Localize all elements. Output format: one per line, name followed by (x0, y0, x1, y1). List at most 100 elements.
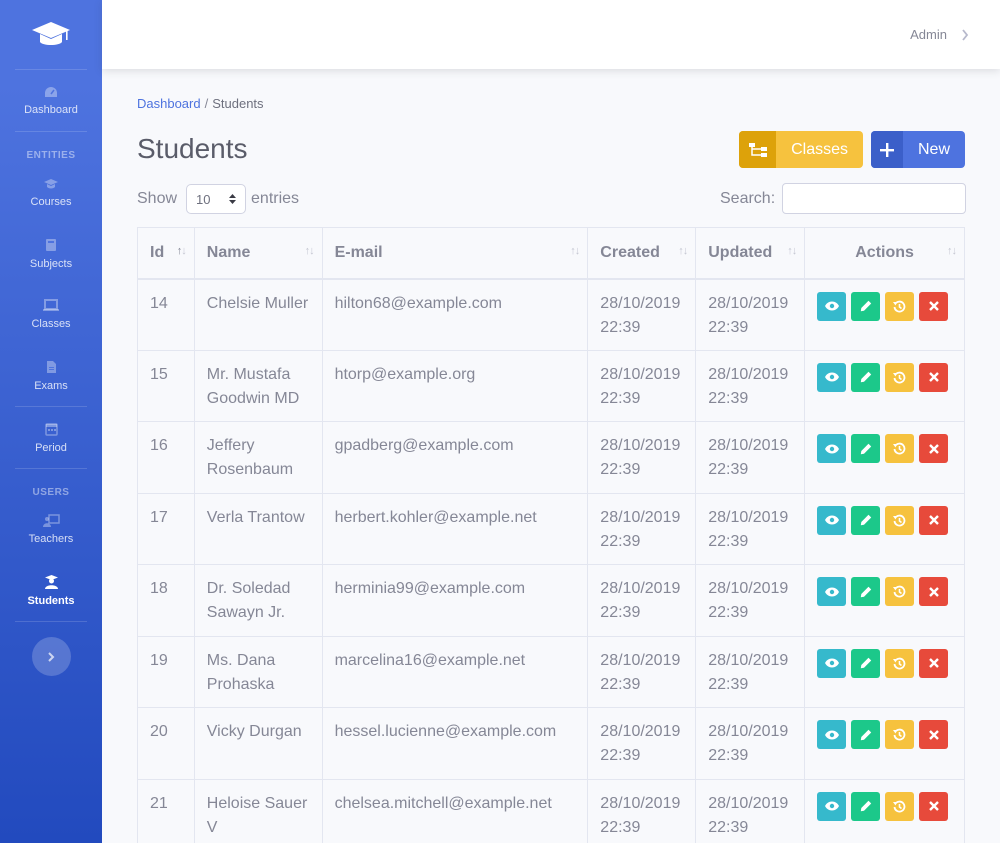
view-button[interactable] (817, 720, 847, 749)
sidebar-heading-users: USERS (32, 487, 70, 498)
edit-button[interactable] (851, 648, 881, 678)
eye-icon (824, 587, 839, 597)
sidebar-toggle-button[interactable] (31, 637, 71, 676)
new-button[interactable]: New (871, 131, 965, 168)
edit-button[interactable] (851, 505, 881, 535)
sidebar-item-teachers[interactable]: Teachers (0, 499, 102, 560)
history-icon (893, 585, 906, 598)
column-header-email[interactable]: E-mail ↑↓ (321, 227, 589, 280)
eye-icon (824, 301, 839, 311)
cell-created: 28/10/2019 22:39 (587, 707, 697, 780)
delete-button[interactable] (919, 720, 949, 749)
classes-button[interactable]: Classes (739, 131, 863, 168)
history-button[interactable] (885, 791, 915, 821)
delete-button[interactable] (919, 505, 949, 535)
user-graduate-icon (44, 574, 58, 589)
column-header-name[interactable]: Name ↑↓ (193, 227, 323, 280)
history-button[interactable] (885, 720, 915, 749)
sidebar-item-subjects[interactable]: Subjects (0, 223, 102, 284)
row-actions (817, 648, 964, 678)
cell-id: 18 (137, 564, 195, 637)
table-row: 14 Chelsie Muller hilton68@example.com 28/1… (137, 278, 965, 351)
sidebar-item-courses[interactable]: Courses (0, 162, 102, 223)
sidebar-item-label: Period (35, 441, 67, 454)
edit-button[interactable] (851, 791, 881, 821)
sidebar-item-label: Subjects (29, 257, 73, 270)
table-row: 19 Ms. Dana Prohaska marcelina16@example.n… (137, 635, 965, 708)
column-header-updated[interactable]: Updated ↑↓ (695, 227, 806, 280)
history-icon (893, 514, 906, 527)
sidebar-item-exams[interactable]: Exams (0, 345, 102, 406)
pencil-icon (860, 371, 872, 383)
edit-button[interactable] (851, 720, 881, 749)
cell-updated: 28/10/2019 22:39 (695, 635, 806, 708)
sidebar-item-students[interactable]: Students (0, 560, 102, 621)
cell-email: hessel.lucienne@example.com (321, 707, 589, 780)
cell-id: 21 (137, 778, 195, 843)
cell-name: Ms. Dana Prohaska (193, 635, 323, 708)
entries-select[interactable]: 10 (186, 184, 247, 214)
edit-button[interactable] (851, 362, 881, 392)
edit-button[interactable] (851, 291, 881, 321)
history-button[interactable] (885, 577, 915, 606)
cell-actions (804, 564, 965, 637)
view-button[interactable] (817, 577, 847, 606)
history-button[interactable] (885, 434, 915, 463)
edit-button[interactable] (851, 434, 881, 463)
delete-button[interactable] (919, 434, 949, 463)
sidebar-divider (15, 131, 87, 132)
view-button[interactable] (817, 505, 847, 535)
view-button[interactable] (817, 291, 847, 321)
row-actions (817, 362, 964, 392)
view-button[interactable] (817, 791, 847, 821)
cell-created: 28/10/2019 22:39 (587, 635, 697, 708)
times-icon (928, 443, 939, 454)
pencil-icon (860, 800, 872, 812)
breadcrumb-dashboard-link[interactable]: Dashboard (137, 96, 201, 111)
cell-email: herminia99@example.com (321, 564, 589, 637)
search-input[interactable] (782, 183, 967, 214)
sort-icon: ↑↓ (947, 245, 957, 257)
eye-icon (824, 801, 839, 811)
delete-button[interactable] (919, 648, 949, 678)
history-icon (893, 728, 906, 741)
history-button[interactable] (885, 648, 915, 678)
sidebar-item-classes[interactable]: Classes (0, 284, 102, 345)
edit-button[interactable] (851, 577, 881, 606)
row-actions (817, 720, 964, 749)
delete-button[interactable] (919, 791, 949, 821)
history-icon (893, 657, 906, 670)
column-header-actions[interactable]: Actions ↑↓ (804, 227, 965, 280)
column-header-id[interactable]: Id ↑↓ (137, 227, 195, 280)
view-button[interactable] (817, 434, 847, 463)
user-menu[interactable]: Admin (910, 27, 969, 42)
pencil-icon (860, 514, 872, 526)
cell-id: 17 (137, 492, 195, 565)
history-button[interactable] (885, 291, 915, 321)
plus-icon (871, 131, 903, 168)
graduation-cap-icon (44, 178, 58, 188)
delete-button[interactable] (919, 577, 949, 606)
history-button[interactable] (885, 505, 915, 535)
delete-button[interactable] (919, 291, 949, 321)
cell-email: gpadberg@example.com (321, 421, 589, 494)
sort-icon: ↑↓ (787, 245, 797, 257)
cell-name: Dr. Soledad Sawayn Jr. (193, 564, 323, 637)
history-button[interactable] (885, 362, 915, 392)
delete-button[interactable] (919, 362, 949, 392)
sidebar-item-dashboard[interactable]: Dashboard (0, 70, 102, 131)
view-button[interactable] (817, 362, 847, 392)
column-header-created[interactable]: Created ↑↓ (587, 227, 697, 280)
brand-logo[interactable] (0, 0, 102, 69)
sort-asc-icon: ↑↓ (176, 245, 187, 257)
view-button[interactable] (817, 648, 847, 678)
sidebar-item-label: Students (27, 594, 75, 607)
row-actions (817, 505, 964, 535)
row-actions (817, 577, 964, 606)
cell-actions (804, 278, 965, 351)
cell-id: 19 (137, 635, 195, 708)
sidebar-item-period[interactable]: Period (0, 407, 102, 468)
book-icon (46, 238, 56, 251)
cell-email: chelsea.mitchell@example.net (321, 778, 589, 843)
dashboard-icon (45, 86, 57, 97)
